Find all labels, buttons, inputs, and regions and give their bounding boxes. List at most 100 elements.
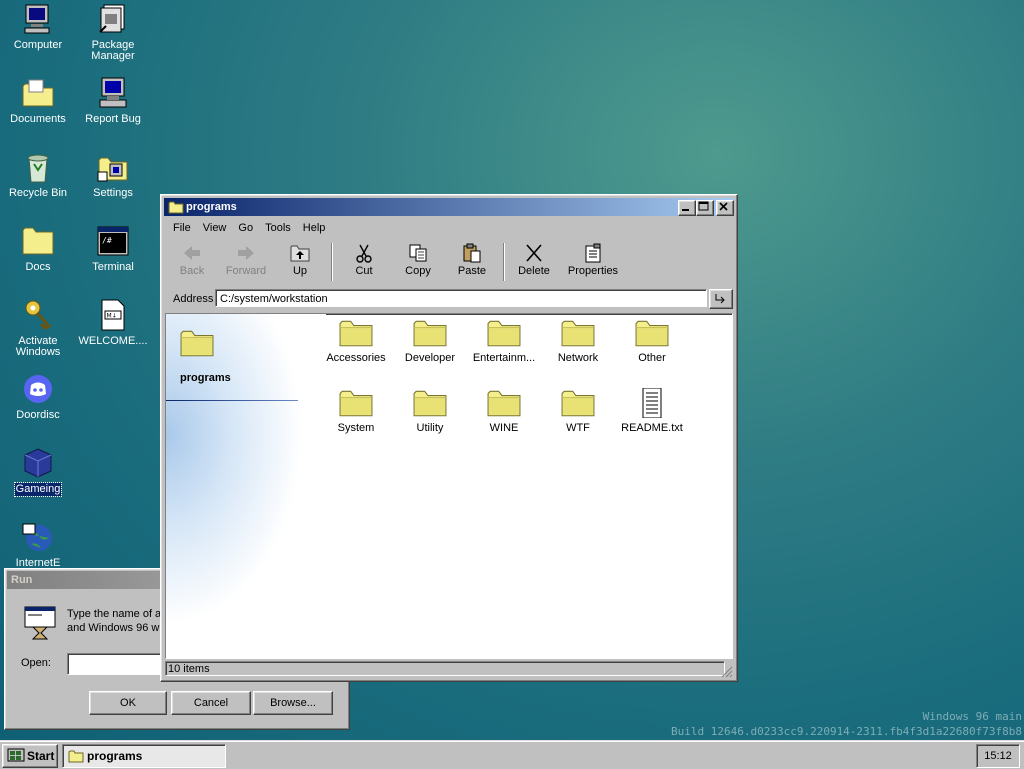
- file-item-label: Network: [557, 352, 599, 364]
- menu-help[interactable]: Help: [297, 220, 332, 238]
- status-bar: 10 items: [165, 661, 733, 678]
- up-button[interactable]: Up: [273, 239, 327, 285]
- desktop-icon-label: Report Bug: [85, 113, 141, 125]
- system-tray-clock[interactable]: 15:12: [976, 744, 1020, 768]
- file-item-system[interactable]: System: [320, 388, 392, 434]
- build-watermark-line2: Build 12646.d0233cc9.220914-2311.fb4f3d1…: [671, 725, 1022, 738]
- file-item-utility[interactable]: Utility: [394, 388, 466, 434]
- file-item-other[interactable]: Other: [616, 318, 688, 364]
- folder-info-panel: programs: [166, 314, 326, 658]
- explorer-window[interactable]: programs File View Go Tools Help Back Forwar…: [160, 194, 738, 682]
- maximize-button[interactable]: [696, 200, 714, 216]
- folder-icon: [413, 318, 447, 348]
- desktop-icon-recycle-bin[interactable]: Recycle Bin: [1, 150, 75, 200]
- desktop-icon-terminal[interactable]: /# Terminal: [76, 224, 150, 274]
- desktop-icon-activate-windows[interactable]: Activate Windows: [1, 298, 75, 359]
- maximize-icon: [698, 201, 709, 211]
- key-icon: [25, 300, 52, 330]
- panel-folder-title: programs: [180, 372, 231, 384]
- desktop-icon-documents[interactable]: Documents: [1, 76, 75, 126]
- menu-go[interactable]: Go: [232, 220, 259, 238]
- paste-label: Paste: [457, 265, 487, 277]
- menu-tools[interactable]: Tools: [259, 220, 297, 238]
- delete-label: Delete: [518, 265, 550, 277]
- file-item-label: System: [337, 422, 375, 434]
- go-button[interactable]: [709, 289, 733, 309]
- forward-button[interactable]: Forward: [219, 239, 273, 285]
- desktop-icon-label: Settings: [93, 187, 133, 199]
- file-item-label: README.txt: [621, 422, 683, 434]
- desktop-icon-package-manager[interactable]: Package Manager: [76, 2, 150, 63]
- start-button[interactable]: Start: [2, 744, 58, 768]
- folder-icon: [180, 328, 214, 358]
- menu-view[interactable]: View: [197, 220, 233, 238]
- recycle-bin-icon: [27, 154, 49, 183]
- copy-icon: [409, 244, 427, 262]
- folder-icon: [635, 318, 669, 348]
- cancel-button[interactable]: Cancel: [171, 691, 251, 715]
- folder-icon: [339, 388, 373, 418]
- file-item-readme[interactable]: README.txt: [616, 388, 688, 434]
- toolbar-separator: [503, 243, 505, 281]
- desktop-icon-label: Gameing: [13, 482, 63, 497]
- file-item-wine[interactable]: WINE: [468, 388, 540, 434]
- desktop-icon-label: Activate Windows: [15, 335, 61, 358]
- desktop-icon-label: Terminal: [92, 261, 134, 273]
- svg-text:/#: /#: [102, 236, 112, 245]
- browse-button[interactable]: Browse...: [253, 691, 333, 715]
- desktop-icon-welcome[interactable]: M↓ WELCOME....: [76, 298, 150, 348]
- folder-icon: [561, 388, 595, 418]
- menu-bar: File View Go Tools Help: [167, 220, 331, 238]
- desktop-icon-report-bug[interactable]: Report Bug: [76, 76, 150, 126]
- minimize-button[interactable]: [678, 200, 696, 216]
- taskbar-button-programs[interactable]: programs: [62, 744, 226, 768]
- terminal-icon: /#: [97, 226, 129, 256]
- desktop-icon-settings[interactable]: Settings: [76, 150, 150, 200]
- run-dialog-description-line: Type the name of a p: [67, 608, 167, 620]
- copy-button[interactable]: Copy: [391, 239, 445, 285]
- folder-icon: [339, 318, 373, 348]
- desktop-icon-computer[interactable]: Computer: [1, 2, 75, 52]
- file-item-wtf[interactable]: WTF: [542, 388, 614, 434]
- desktop-icon-gameing[interactable]: Gameing: [1, 446, 75, 497]
- scissors-icon: [356, 244, 372, 263]
- settings-icon: [97, 157, 128, 182]
- globe-icon: [22, 523, 52, 551]
- forward-arrow-icon: [238, 246, 254, 260]
- properties-label: Properties: [567, 265, 619, 277]
- back-button[interactable]: Back: [165, 239, 219, 285]
- paste-button[interactable]: Paste: [445, 239, 499, 285]
- resize-grip-icon[interactable]: [721, 666, 733, 678]
- file-item-entertainment[interactable]: Entertainm...: [468, 318, 540, 364]
- desktop-icon-internet-explorer[interactable]: InternetE: [1, 520, 75, 570]
- forward-label: Forward: [225, 265, 267, 277]
- svg-text:M↓: M↓: [107, 313, 117, 320]
- start-logo-icon: [7, 748, 25, 762]
- menu-file[interactable]: File: [167, 220, 197, 238]
- delete-button[interactable]: Delete: [507, 239, 561, 285]
- desktop-icon-label: Computer: [13, 39, 63, 51]
- folder-icon: [487, 318, 521, 348]
- desktop-icon-doordisc[interactable]: Doordisc: [1, 372, 75, 422]
- desktop-icon-docs[interactable]: Docs: [1, 224, 75, 274]
- cut-button[interactable]: Cut: [337, 239, 391, 285]
- properties-button[interactable]: Properties: [561, 239, 625, 285]
- ok-button[interactable]: OK: [89, 691, 167, 715]
- folder-icon: [487, 388, 521, 418]
- file-item-developer[interactable]: Developer: [394, 318, 466, 364]
- game-cube-icon: [24, 448, 52, 478]
- status-item-count: 10 items: [165, 661, 725, 676]
- back-label: Back: [179, 265, 205, 277]
- explorer-titlebar[interactable]: programs: [164, 198, 734, 216]
- up-folder-icon: [290, 245, 310, 262]
- file-item-network[interactable]: Network: [542, 318, 614, 364]
- enter-arrow-icon: [715, 294, 725, 304]
- close-button[interactable]: [716, 200, 734, 216]
- paste-clipboard-icon: [463, 243, 481, 263]
- open-input[interactable]: [67, 653, 167, 675]
- file-view[interactable]: programs Accessories Developer Entertain…: [165, 313, 733, 659]
- address-input[interactable]: C:/system/workstation: [215, 289, 707, 307]
- desktop-icon-label: Documents: [10, 113, 66, 125]
- desktop-icon-label: Package Manager: [91, 39, 135, 62]
- file-item-accessories[interactable]: Accessories: [320, 318, 392, 364]
